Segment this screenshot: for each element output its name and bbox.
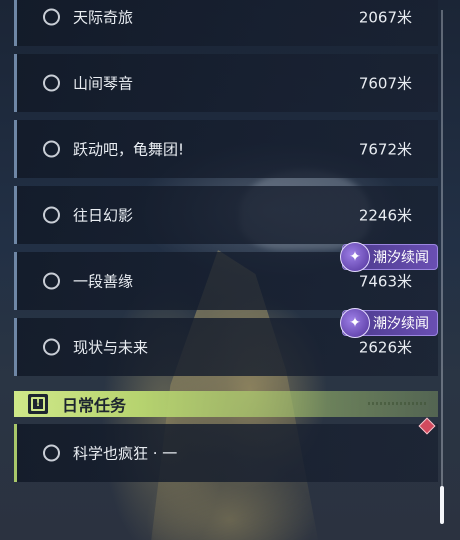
quest-item[interactable]: 山间琴音 7607米: [14, 54, 438, 112]
scrollbar-thumb[interactable]: [440, 486, 444, 524]
track-radio-icon[interactable]: [43, 140, 60, 158]
quest-name: 山间琴音: [73, 74, 134, 93]
section-title: 日常任务: [62, 396, 127, 415]
tidal-sequel-icon: ✦: [340, 308, 370, 338]
quest-name: 跃动吧，龟舞团!: [73, 140, 185, 159]
header-decoration: [368, 402, 428, 405]
quest-distance: 7463米: [358, 272, 412, 291]
quest-item[interactable]: 往日幻影 2246米: [14, 186, 438, 244]
quest-item[interactable]: 天际奇旅 2067米: [14, 0, 438, 46]
daily-quest-item[interactable]: 科学也疯狂 · 一: [14, 424, 438, 482]
tidal-sequel-badge: ✦ 潮汐续闻: [340, 242, 438, 272]
track-radio-icon[interactable]: [43, 338, 60, 356]
track-radio-icon[interactable]: [43, 206, 60, 224]
track-radio-icon[interactable]: [43, 272, 60, 290]
badge-label: 潮汐续闻: [373, 250, 429, 266]
quest-distance: 7672米: [358, 140, 412, 159]
quest-name: 科学也疯狂 · 一: [73, 444, 178, 463]
quest-item[interactable]: 跃动吧，龟舞团! 7672米: [14, 120, 438, 178]
track-radio-icon[interactable]: [43, 444, 60, 462]
quest-name: 往日幻影: [73, 206, 134, 225]
tidal-sequel-badge: ✦ 潮汐续闻: [340, 308, 438, 338]
quest-name: 天际奇旅: [73, 8, 134, 27]
badge-label: 潮汐续闻: [373, 316, 429, 332]
quest-distance: 2246米: [358, 206, 412, 225]
quest-panel: 天际奇旅 2067米 山间琴音 7607米 跃动吧，龟舞团! 7672米 往日幻…: [0, 0, 460, 540]
exclamation-icon: !: [28, 394, 48, 414]
quest-distance: 7607米: [358, 74, 412, 93]
quest-distance: 2626米: [358, 338, 412, 357]
daily-quests-header[interactable]: ! 日常任务: [14, 391, 438, 417]
tidal-sequel-icon: ✦: [340, 242, 370, 272]
quest-name: 一段善缘: [73, 272, 134, 291]
quest-name: 现状与未来: [73, 338, 149, 357]
track-radio-icon[interactable]: [43, 74, 60, 92]
quest-distance: 2067米: [358, 8, 412, 27]
scrollbar-track[interactable]: [441, 10, 443, 520]
track-radio-icon[interactable]: [43, 8, 60, 26]
